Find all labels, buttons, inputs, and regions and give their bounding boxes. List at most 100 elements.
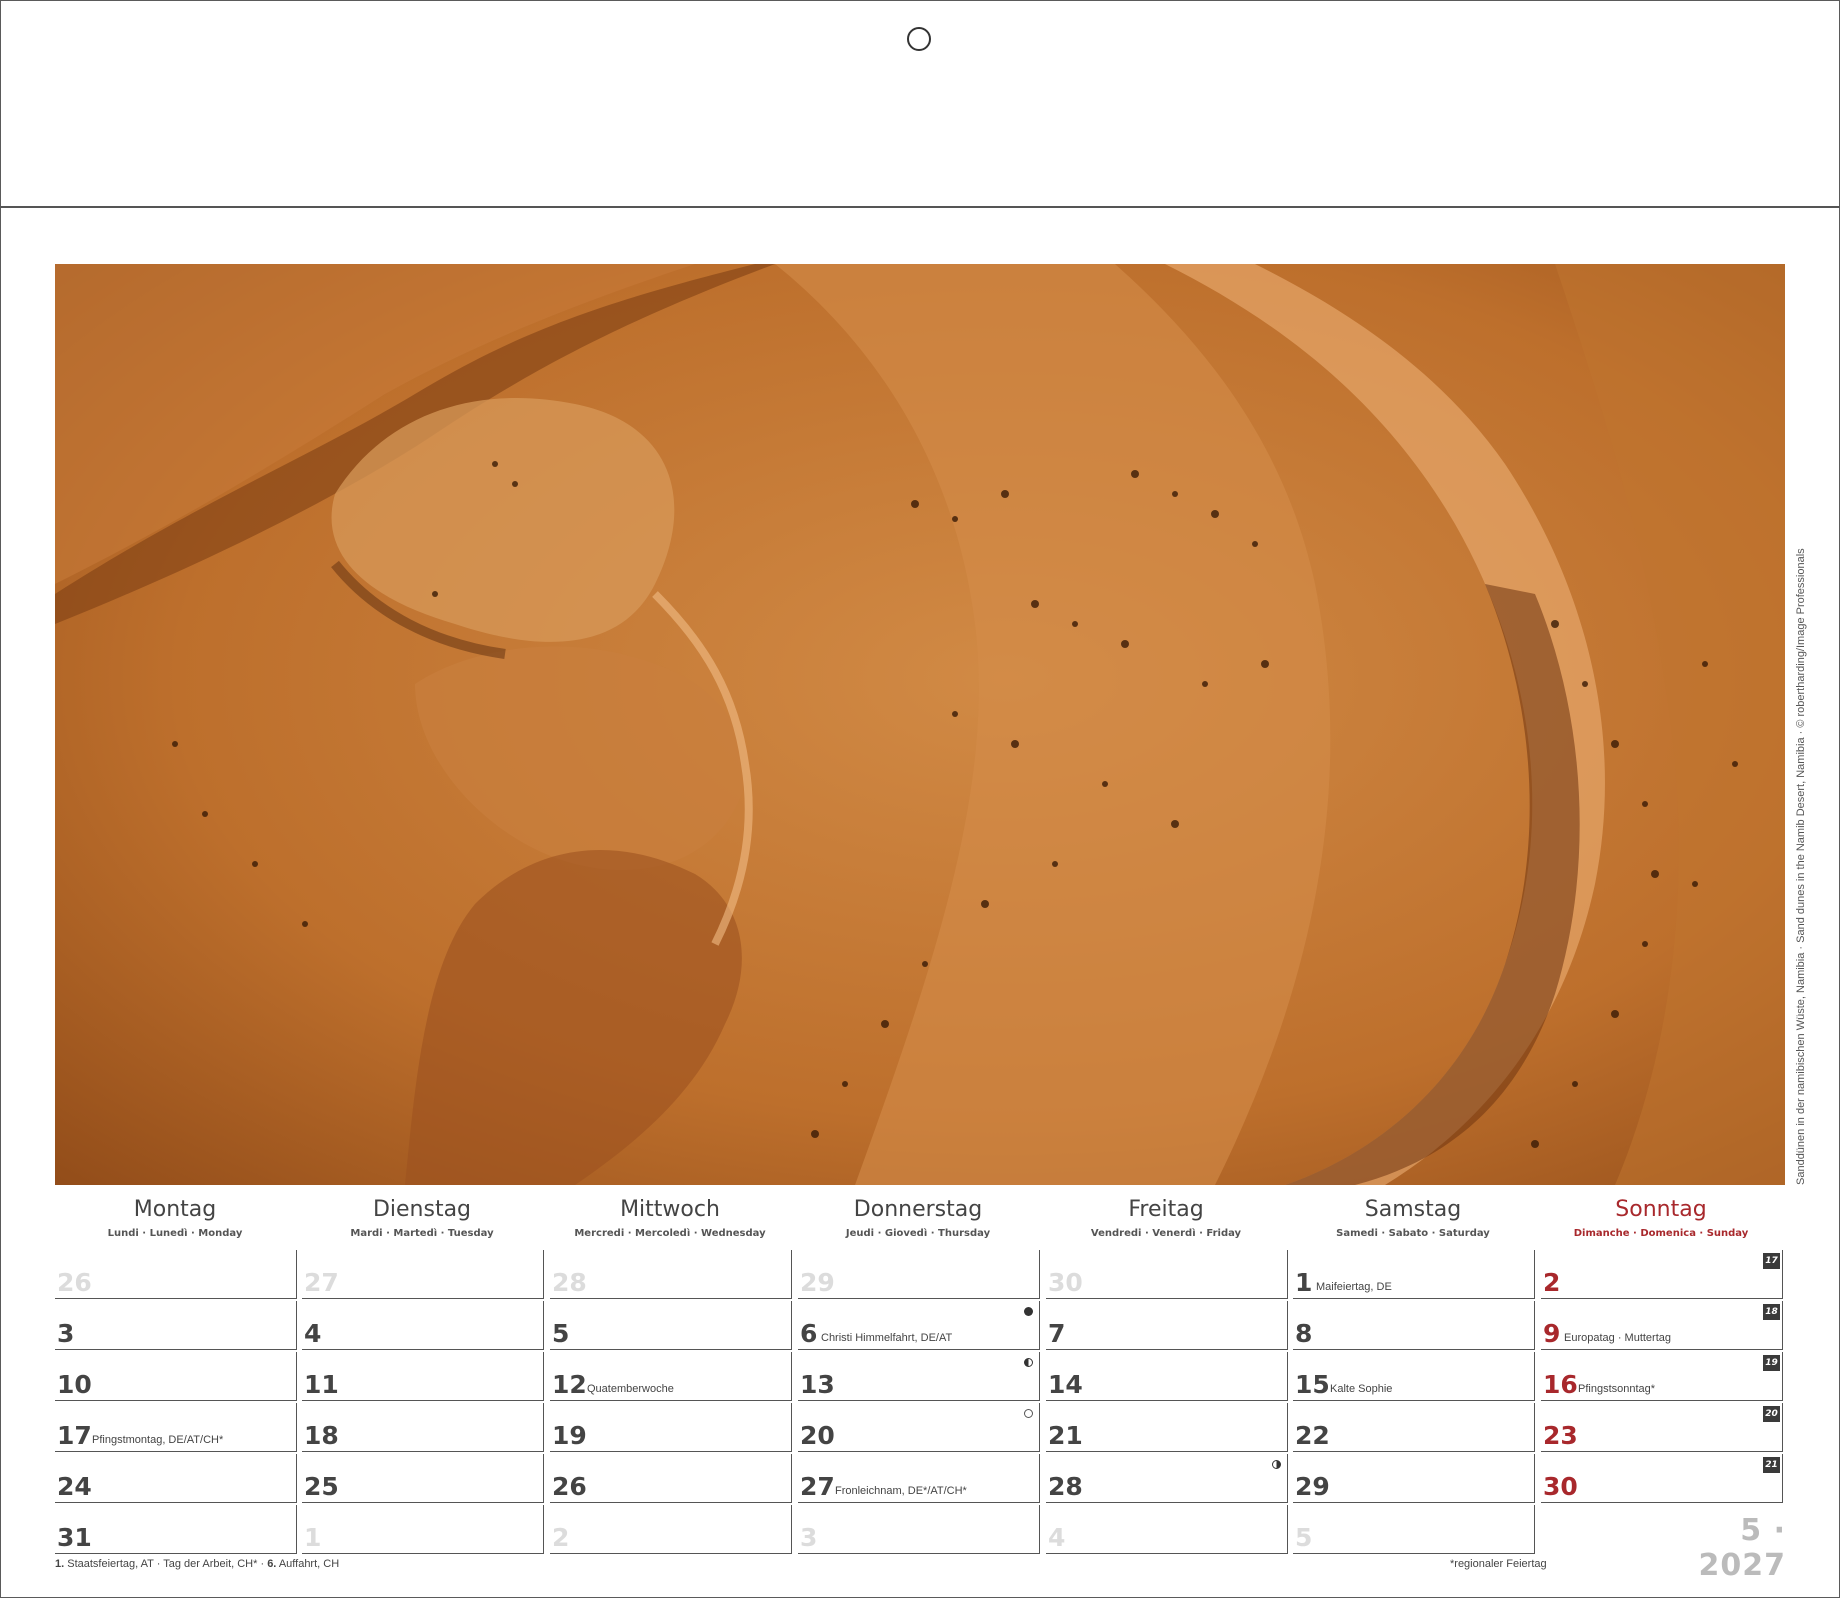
hang-hole [907, 27, 931, 51]
weekday-name: Freitag [1128, 1197, 1204, 1222]
day-number: 4 [304, 1319, 322, 1348]
footer-holiday-6: Auffahrt, CH [278, 1558, 340, 1570]
day-cell[interactable]: 22 [1293, 1403, 1535, 1452]
day-cell[interactable]: 30 [1046, 1250, 1288, 1299]
weekday-translations: Mardi · Martedì · Tuesday [350, 1228, 494, 1239]
day-cell[interactable]: 27 Fronleichnam, DE*/AT/CH* [798, 1454, 1040, 1503]
day-number: 2 [1543, 1268, 1561, 1297]
day-note: Fronleichnam, DE*/AT/CH* [835, 1485, 967, 1497]
day-cell[interactable]: 2 [550, 1505, 792, 1554]
day-cell[interactable]: 16 Pfingstsonntag* 19 [1541, 1352, 1783, 1401]
day-cell[interactable]: 15 Kalte Sophie [1293, 1352, 1535, 1401]
weekday-header-2: Mittwoch Mercredi · Mercoledì · Wednesday [550, 1196, 790, 1244]
day-cell[interactable]: 24 [55, 1454, 297, 1503]
day-number: 14 [1048, 1370, 1083, 1399]
day-cell[interactable]: 21 [1046, 1403, 1288, 1452]
day-number: 15 [1295, 1370, 1330, 1399]
weekday-translations: Jeudi · Giovedì · Thursday [845, 1228, 991, 1239]
day-note: Pfingstsonntag* [1578, 1383, 1656, 1395]
weekday-translations: Dimanche · Domenica · Sunday [1573, 1228, 1749, 1239]
month-year-label: 5 · 2027 [1698, 1513, 1786, 1583]
day-note: Kalte Sophie [1330, 1383, 1393, 1395]
day-cell[interactable]: 8 [1293, 1301, 1535, 1350]
moon-phase-icon [1024, 1409, 1033, 1418]
day-number: 27 [800, 1472, 835, 1501]
day-number: 30 [1048, 1268, 1083, 1297]
footer-holiday-1: Staatsfeiertag, AT · Tag der Arbeit, CH*… [67, 1558, 268, 1570]
footer-regional-note: *regionaler Feiertag [1450, 1558, 1547, 1570]
day-cell[interactable]: 18 [302, 1403, 544, 1452]
week-number-badge: 20 [1763, 1406, 1780, 1422]
weekday-name: Donnerstag [853, 1197, 983, 1222]
weekday-name: Montag [133, 1197, 217, 1222]
week-number-badge: 17 [1763, 1253, 1780, 1269]
day-number: 3 [57, 1319, 75, 1348]
weekday-name: Sonntag [1615, 1197, 1707, 1222]
day-cell[interactable]: 3 [798, 1505, 1040, 1554]
day-cell[interactable]: 25 [302, 1454, 544, 1503]
day-number: 16 [1543, 1370, 1578, 1399]
day-cell[interactable]: 10 [55, 1352, 297, 1401]
day-cell[interactable]: 26 [550, 1454, 792, 1503]
day-cell[interactable]: 13 [798, 1352, 1040, 1401]
day-cell[interactable]: 7 [1046, 1301, 1288, 1350]
footer-day-6: 6. [267, 1558, 277, 1570]
day-number: 29 [800, 1268, 835, 1297]
day-cell[interactable]: 27 [302, 1250, 544, 1299]
day-cell[interactable]: 29 [798, 1250, 1040, 1299]
day-note: Europatag · Muttertag [1564, 1332, 1672, 1344]
day-cell[interactable]: 11 [302, 1352, 544, 1401]
day-cell[interactable]: 26 [55, 1250, 297, 1299]
day-cell[interactable]: 4 [302, 1301, 544, 1350]
moon-phase-icon [1272, 1460, 1281, 1469]
moon-phase-icon [1024, 1307, 1033, 1316]
day-cell[interactable]: 5 [1293, 1505, 1535, 1554]
day-cell[interactable]: 12 Quatemberwoche [550, 1352, 792, 1401]
weekday-header-3: Donnerstag Jeudi · Giovedì · Thursday [798, 1196, 1038, 1244]
day-number: 4 [1048, 1523, 1066, 1552]
day-number: 17 [57, 1421, 92, 1450]
day-note: Christi Himmelfahrt, DE/AT [821, 1332, 953, 1344]
day-cell[interactable]: 3 [55, 1301, 297, 1350]
day-cell[interactable]: 5 [550, 1301, 792, 1350]
day-note: Maifeiertag, DE [1316, 1281, 1392, 1293]
day-number: 7 [1048, 1319, 1066, 1348]
day-cell[interactable]: 1 [302, 1505, 544, 1554]
day-cell[interactable]: 28 [1046, 1454, 1288, 1503]
day-cell[interactable]: 17 Pfingstmontag, DE/AT/CH* [55, 1403, 297, 1452]
day-number: 12 [552, 1370, 587, 1399]
day-cell[interactable]: 14 [1046, 1352, 1288, 1401]
day-number: 1 [304, 1523, 322, 1552]
day-number: 10 [57, 1370, 92, 1399]
day-cell[interactable]: 6 Christi Himmelfahrt, DE/AT [798, 1301, 1040, 1350]
weekday-translations: Mercredi · Mercoledì · Wednesday [574, 1228, 766, 1239]
calendar-photo [55, 264, 1785, 1185]
day-number: 20 [800, 1421, 835, 1450]
day-cell[interactable]: 31 [55, 1505, 297, 1554]
day-cell[interactable]: 1 Maifeiertag, DE [1293, 1250, 1535, 1299]
hanging-strip [0, 0, 1840, 208]
day-number: 21 [1048, 1421, 1083, 1450]
photo-credit: Sanddünen in der namibischen Wüste, Nami… [1795, 548, 1807, 1185]
day-cell[interactable]: 2 17 [1541, 1250, 1783, 1299]
day-number: 22 [1295, 1421, 1330, 1450]
day-cell[interactable]: 9 Europatag · Muttertag 18 [1541, 1301, 1783, 1350]
day-number: 25 [304, 1472, 339, 1501]
footer-holidays: 1. Staatsfeiertag, AT · Tag der Arbeit, … [55, 1558, 339, 1570]
day-number: 26 [552, 1472, 587, 1501]
day-cell[interactable]: 30 21 [1541, 1454, 1783, 1503]
weekday-header-5: Samstag Samedi · Sabato · Saturday [1293, 1196, 1533, 1244]
day-cell[interactable]: 29 [1293, 1454, 1535, 1503]
weekday-name: Mittwoch [620, 1197, 720, 1222]
day-cell[interactable]: 23 20 [1541, 1403, 1783, 1452]
day-number: 13 [800, 1370, 835, 1399]
day-cell[interactable]: 20 [798, 1403, 1040, 1452]
day-number: 27 [304, 1268, 339, 1297]
weekday-translations: Lundi · Lunedì · Monday [107, 1228, 243, 1239]
day-cell[interactable]: 19 [550, 1403, 792, 1452]
day-number: 2 [552, 1523, 570, 1552]
weekday-name: Samstag [1364, 1197, 1462, 1222]
day-cell[interactable]: 28 [550, 1250, 792, 1299]
week-number-badge: 19 [1763, 1355, 1780, 1371]
day-cell[interactable]: 4 [1046, 1505, 1288, 1554]
